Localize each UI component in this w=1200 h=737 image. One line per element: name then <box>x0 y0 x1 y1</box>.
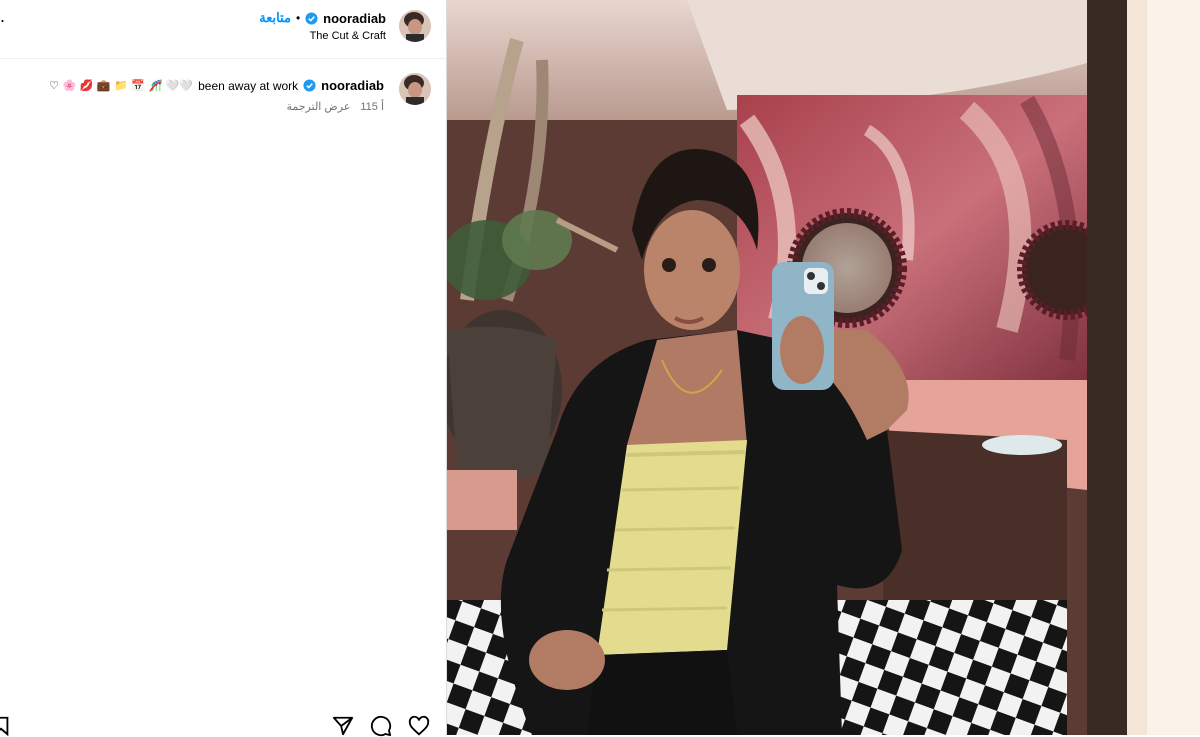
comment-icon[interactable] <box>370 715 392 737</box>
heart-icon[interactable] <box>408 715 430 737</box>
post-photo[interactable] <box>447 0 1200 735</box>
translate-link[interactable]: عرض الترجمة <box>287 100 351 113</box>
post-sidebar: .. متابعة • nooradiab The Cut & Craft <box>0 0 447 737</box>
caption-meta: عرض الترجمة 115 أ <box>287 100 385 113</box>
header-username-row: متابعة • nooradiab <box>259 10 386 26</box>
likes-count[interactable]: 115 أ <box>360 100 384 113</box>
verified-badge-icon <box>303 79 316 92</box>
header-username[interactable]: nooradiab <box>323 11 386 26</box>
caption: ♡ 🌸 💋 💼 📁 📅 🎢 🤍🤍 been away at work noora… <box>49 78 384 93</box>
verified-badge-icon <box>305 11 318 25</box>
location-subtitle[interactable]: The Cut & Craft <box>310 30 386 42</box>
more-options-icon[interactable]: .. <box>0 6 6 27</box>
follow-button[interactable]: متابعة <box>259 10 291 26</box>
caption-username[interactable]: nooradiab <box>321 78 384 93</box>
separator-dot: • <box>295 11 301 25</box>
avatar[interactable] <box>399 10 431 42</box>
post-header: .. متابعة • nooradiab The Cut & Craft <box>0 0 446 59</box>
bookmark-icon[interactable] <box>0 715 12 737</box>
caption-avatar[interactable] <box>399 73 431 105</box>
caption-text: been away at work <box>198 78 299 93</box>
caption-emojis: ♡ 🌸 💋 💼 📁 📅 🎢 🤍🤍 <box>49 79 194 92</box>
share-icon[interactable] <box>332 715 354 737</box>
selfie-mirror-photo <box>447 0 1200 735</box>
action-bar <box>0 713 446 737</box>
